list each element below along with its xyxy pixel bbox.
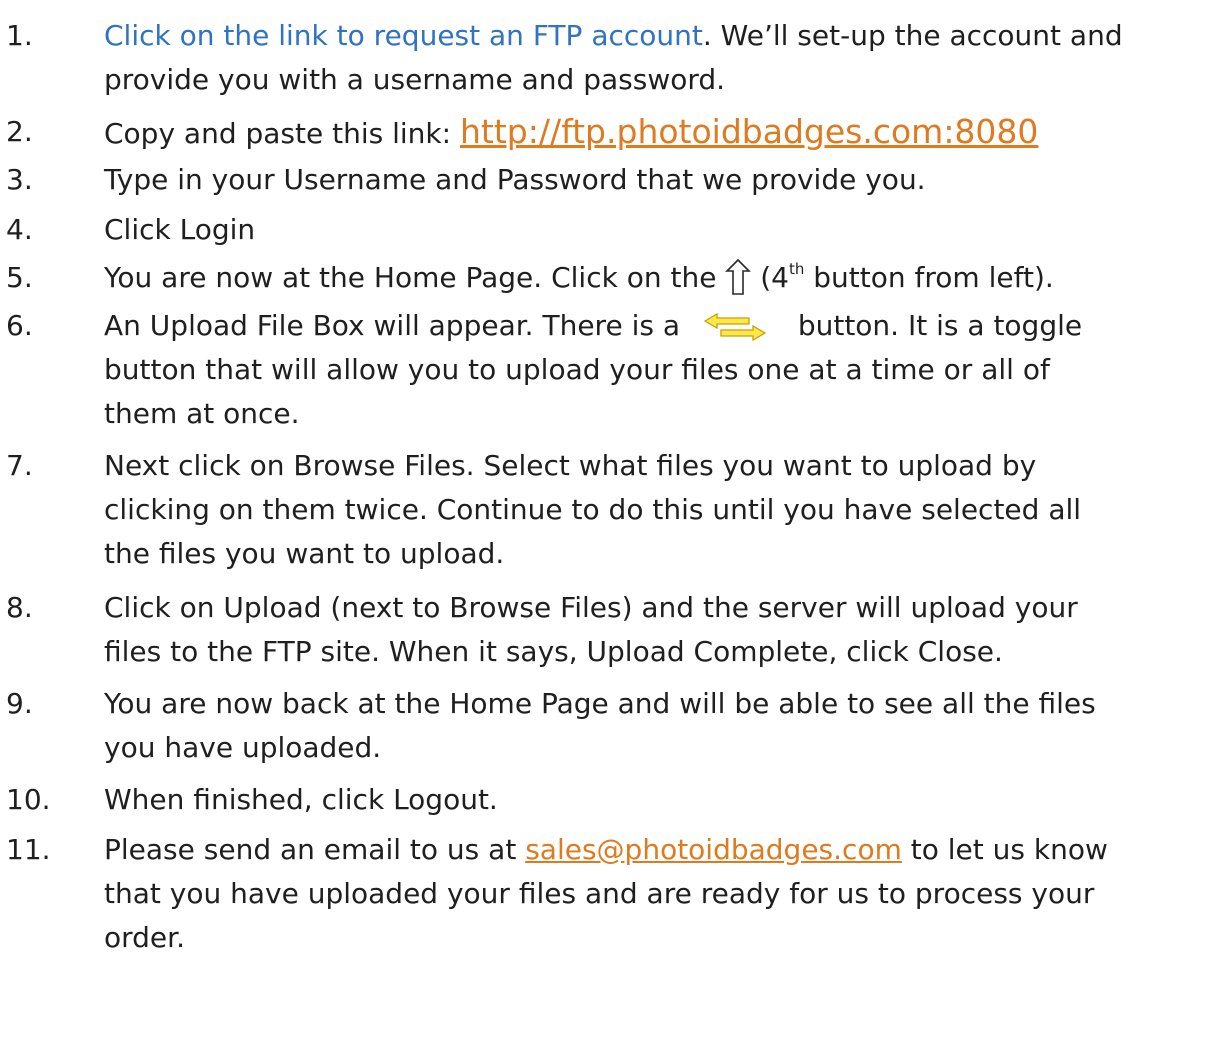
step-number: 5. xyxy=(6,261,33,294)
step-text-segment: (4 xyxy=(751,261,789,294)
step-number: 11. xyxy=(6,833,51,866)
step-text-segment: button from left). xyxy=(804,261,1054,294)
step-text: files to the FTP site. When it says, Upl… xyxy=(104,635,1003,668)
step-number: 1. xyxy=(6,19,33,52)
step-text: Click on the link to request an FTP acco… xyxy=(104,16,1123,56)
step-text-segment: button. It is a toggle xyxy=(788,309,1083,342)
instructions-document: 1. Click on the link to request an FTP a… xyxy=(0,0,1205,1045)
step-text: Please send an email to us at sales@phot… xyxy=(104,830,1108,870)
step-text: order. xyxy=(104,921,185,954)
step-text: An Upload File Box will appear. There is… xyxy=(104,306,1082,352)
ftp-site-link[interactable]: http://ftp.photoidbadges.com:8080 xyxy=(460,112,1038,151)
step-number: 7. xyxy=(6,449,33,482)
step-text: Next click on Browse Files. Select what … xyxy=(104,449,1037,482)
up-arrow-icon xyxy=(725,258,752,306)
step-number: 2. xyxy=(6,115,33,148)
step-text: Type in your Username and Password that … xyxy=(104,163,926,196)
step-text-segment: to let us know xyxy=(901,833,1108,866)
step-text: provide you with a username and password… xyxy=(104,63,726,96)
step-number: 10. xyxy=(6,783,51,816)
superscript: th xyxy=(788,259,805,278)
step-text-segment: You are now at the Home Page. Click on t… xyxy=(104,261,726,294)
step-text: them at once. xyxy=(104,397,300,430)
step-number: 4. xyxy=(6,213,33,246)
step-text: the files you want to upload. xyxy=(104,537,505,570)
step-text: button that will allow you to upload you… xyxy=(104,353,1050,386)
step-text: clicking on them twice. Continue to do t… xyxy=(104,493,1082,526)
step-text: you have uploaded. xyxy=(104,731,382,764)
step-text-segment: An Upload File Box will appear. There is… xyxy=(104,309,689,342)
step-number: 9. xyxy=(6,687,33,720)
step-text: When finished, click Logout. xyxy=(104,783,498,816)
step-text-segment: Please send an email to us at xyxy=(104,833,526,866)
step-text: Click Login xyxy=(104,213,256,246)
step-text: Click on Upload (next to Browse Files) a… xyxy=(104,591,1078,624)
step-text: You are now at the Home Page. Click on t… xyxy=(104,258,1054,306)
step-number: 8. xyxy=(6,591,33,624)
step-text: that you have uploaded your files and ar… xyxy=(104,877,1095,910)
request-ftp-account-link[interactable]: Click on the link to request an FTP acco… xyxy=(104,19,703,52)
step-text-segment: Copy and paste this link: xyxy=(104,117,460,150)
step-number: 3. xyxy=(6,163,33,196)
step-text-segment: . We’ll set-up the account and xyxy=(702,19,1123,52)
sales-email-link[interactable]: sales@photoidbadges.com xyxy=(525,833,902,866)
step-text: You are now back at the Home Page and wi… xyxy=(104,687,1096,720)
step-text: Copy and paste this link: http://ftp.pho… xyxy=(104,112,1038,154)
toggle-arrows-icon xyxy=(703,312,767,352)
step-number: 6. xyxy=(6,309,33,342)
